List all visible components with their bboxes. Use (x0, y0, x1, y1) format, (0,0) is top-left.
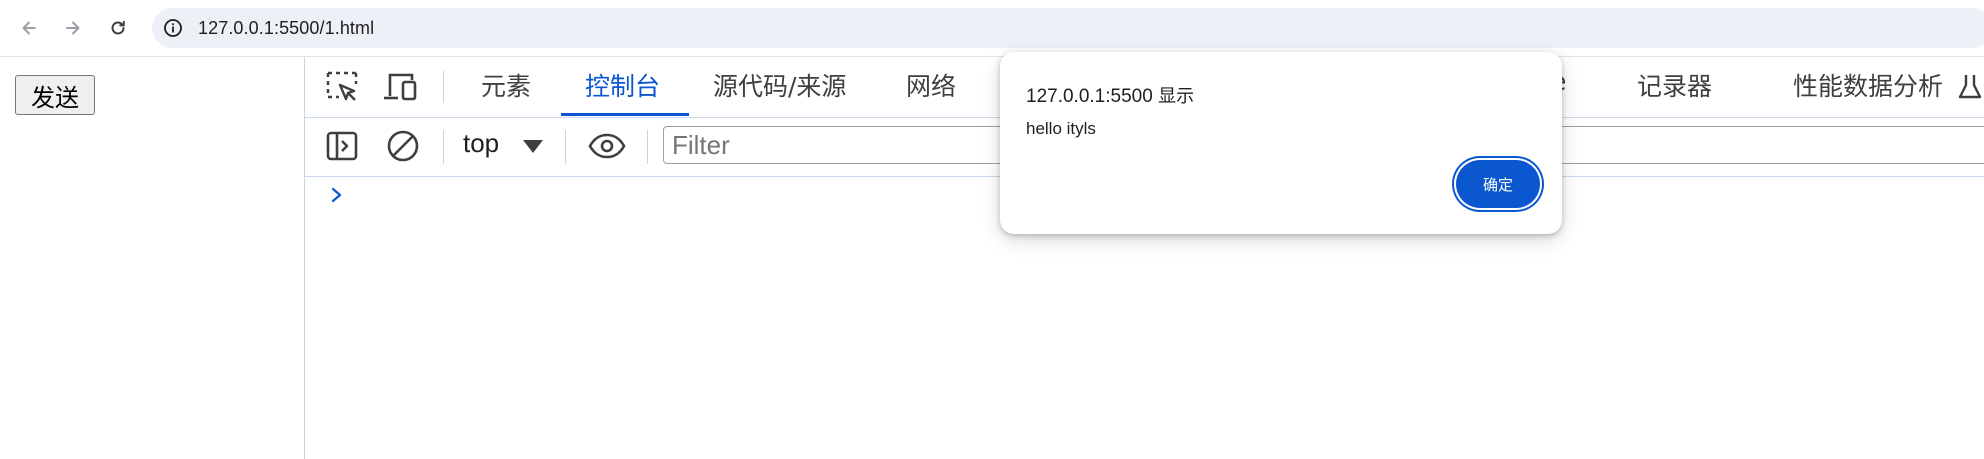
arrow-right-icon (66, 21, 80, 35)
sidebar-toggle-icon (326, 131, 358, 161)
sidebar-toggle-button[interactable] (322, 126, 362, 166)
tab-elements[interactable]: 元素 (481, 67, 531, 103)
alert-dialog: 127.0.0.1:5500 显示 hello ityls 确定 (1000, 52, 1562, 234)
forward-button[interactable] (60, 15, 86, 41)
flask-icon (1958, 75, 1982, 99)
site-info-button[interactable] (162, 17, 184, 39)
tab-network[interactable]: 网络 (906, 67, 956, 103)
alert-message: hello ityls (1026, 119, 1096, 138)
eye-icon (588, 133, 626, 159)
toolbar-separator-2 (565, 130, 566, 164)
clear-console-button[interactable] (383, 126, 423, 166)
clear-console-icon (387, 130, 419, 162)
flask-icon-button[interactable] (1955, 67, 1984, 107)
tab-performance-insights[interactable]: 性能数据分析 (1793, 67, 1943, 103)
console-prompt-chevron-icon (331, 187, 342, 203)
inspect-element-button[interactable] (322, 67, 362, 107)
back-button[interactable] (16, 15, 42, 41)
context-selector[interactable]: top (463, 128, 499, 159)
address-bar[interactable]: 127.0.0.1:5500/1.html (152, 8, 1984, 48)
toolbar-separator-1 (443, 130, 444, 164)
arrow-left-icon (22, 21, 36, 35)
url-text[interactable]: 127.0.0.1:5500/1.html (198, 18, 374, 39)
device-toolbar-button[interactable] (380, 67, 420, 107)
alert-origin-host: 127.0.0.1:5500 (1026, 86, 1153, 107)
send-button[interactable]: 发送 (15, 75, 95, 115)
reload-button[interactable] (105, 15, 131, 41)
live-expression-button[interactable] (587, 126, 627, 166)
alert-title: 127.0.0.1:5500 显示 (1026, 82, 1194, 108)
device-toggle-icon (384, 73, 417, 101)
page-content: 发送 (0, 57, 304, 459)
tab-console[interactable]: 控制台 (585, 67, 660, 103)
ok-button[interactable]: 确定 (1456, 160, 1540, 208)
inspect-element-icon (326, 71, 358, 101)
caret-down-icon[interactable] (523, 140, 543, 153)
browser-toolbar: 127.0.0.1:5500/1.html (0, 0, 1984, 57)
tabbar-separator (443, 71, 444, 103)
toolbar-separator-3 (647, 130, 648, 164)
tab-recorder[interactable]: 记录器 (1637, 67, 1712, 103)
info-icon (164, 19, 182, 37)
tab-sources[interactable]: 源代码/来源 (713, 67, 846, 103)
reload-icon (111, 20, 125, 35)
active-tab-indicator (561, 113, 689, 116)
alert-origin-suffix: 显示 (1158, 86, 1195, 107)
